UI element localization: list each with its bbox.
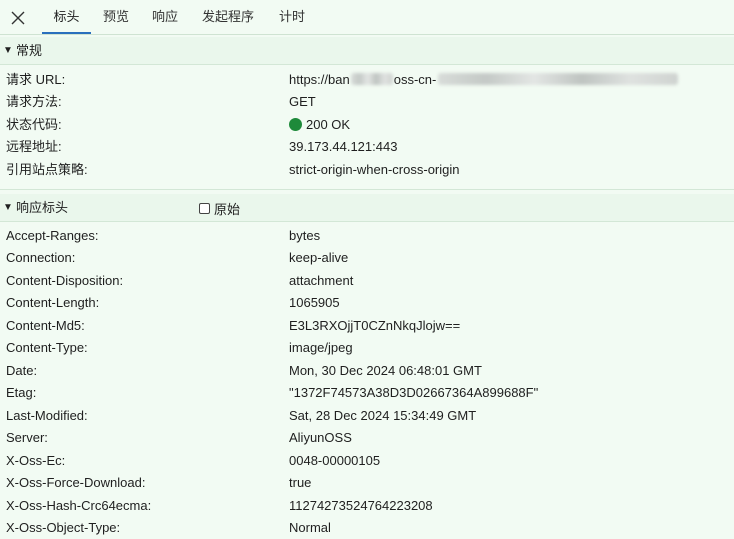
row-value: Mon, 30 Dec 2024 06:48:01 GMT (289, 363, 482, 378)
header-row: Accept-Ranges: bytes (0, 225, 734, 247)
header-row: Etag: "1372F74573A38D3D02667364A899688F" (0, 382, 734, 404)
tab-preview[interactable]: 预览 (96, 0, 136, 34)
raw-headers-toggle[interactable]: 原始 (199, 194, 240, 222)
row-value: true (289, 475, 312, 490)
row-value: AliyunOSS (289, 430, 352, 445)
header-row: Server: AliyunOSS (0, 427, 734, 449)
general-section-title: 常规 (16, 43, 43, 58)
header-row: X-Oss-Object-Type: Normal (0, 517, 734, 539)
row-key: Server: (6, 430, 48, 445)
row-key: 请求方法: (6, 94, 62, 109)
general-row-status: 状态代码: 200 OK (0, 114, 734, 136)
row-key: Content-Disposition: (6, 273, 124, 288)
general-section-header[interactable]: ▼ 常规 (0, 37, 734, 65)
row-value: image/jpeg (289, 340, 353, 355)
response-headers-section-header[interactable]: ▼ 响应标头 原始 (0, 194, 734, 222)
tab-initiator[interactable]: 发起程序 (196, 0, 260, 34)
header-row: Content-Length: 1065905 (0, 292, 734, 314)
redacted-blur (350, 73, 393, 85)
row-value: 11274273524764223208 (289, 498, 433, 513)
row-value: strict-origin-when-cross-origin (289, 162, 460, 177)
url-prefix: https://ban (289, 72, 350, 87)
url-middle: oss-cn- (393, 72, 437, 87)
tab-response[interactable]: 响应 (145, 0, 185, 34)
row-key: Date: (6, 363, 38, 378)
status-ok-dot-icon (289, 118, 302, 131)
header-row: Date: Mon, 30 Dec 2024 06:48:01 GMT (0, 360, 734, 382)
row-key: Content-Md5: (6, 318, 85, 333)
row-key: Content-Length: (6, 295, 100, 310)
row-value: Sat, 28 Dec 2024 15:34:49 GMT (289, 408, 477, 423)
row-value: 0048-00000105 (289, 453, 381, 468)
tab-timing[interactable]: 计时 (272, 0, 312, 34)
row-key: 状态代码: (6, 117, 62, 132)
caret-down-icon: ▼ (3, 45, 13, 56)
row-value: 39.173.44.121:443 (289, 139, 398, 154)
row-key: Etag: (6, 385, 37, 400)
row-key: Accept-Ranges: (6, 228, 99, 243)
row-key: 引用站点策略: (6, 162, 88, 177)
row-value: GET (289, 94, 316, 109)
general-row-url: 请求 URL: https://ban oss-cn- (0, 69, 734, 91)
row-key: X-Oss-Object-Type: (6, 520, 121, 535)
row-value: keep-alive (289, 250, 349, 265)
header-row: Connection: keep-alive (0, 247, 734, 269)
row-key: 远程地址: (6, 139, 62, 154)
header-row: X-Oss-Force-Download: true (0, 472, 734, 494)
request-url-value[interactable]: https://ban oss-cn- (289, 69, 679, 91)
header-row: Content-Md5: E3L3RXOjjT0CZnNkqJlojw== (0, 315, 734, 337)
header-row: Last-Modified: Sat, 28 Dec 2024 15:34:49… (0, 405, 734, 427)
header-row: X-Oss-Hash-Crc64ecma: 112742735247642232… (0, 495, 734, 517)
redacted-blur (438, 73, 679, 85)
row-key: 请求 URL: (6, 72, 66, 87)
row-value: E3L3RXOjjT0CZnNkqJlojw== (289, 318, 461, 333)
section-divider (0, 189, 734, 190)
close-icon (11, 11, 25, 25)
row-key: Connection: (6, 250, 76, 265)
row-key: X-Oss-Force-Download: (6, 475, 146, 490)
general-row-remote-address: 远程地址: 39.173.44.121:443 (0, 136, 734, 158)
row-key: Last-Modified: (6, 408, 88, 423)
devtools-tab-bar: 标头 预览 响应 发起程序 计时 (0, 0, 734, 35)
row-value: 1065905 (289, 295, 340, 310)
raw-label: 原始 (214, 201, 241, 217)
row-value: attachment (289, 273, 354, 288)
general-row-method: 请求方法: GET (0, 91, 734, 113)
raw-checkbox[interactable] (199, 202, 210, 214)
row-value: bytes (289, 228, 321, 243)
caret-down-icon: ▼ (3, 202, 13, 213)
row-value: "1372F74573A38D3D02667364A899688F" (289, 385, 539, 400)
row-key: Content-Type: (6, 340, 88, 355)
response-headers-title: 响应标头 (16, 200, 69, 215)
status-value: 200 OK (289, 114, 350, 136)
row-key: X-Oss-Ec: (6, 453, 66, 468)
header-row: X-Oss-Ec: 0048-00000105 (0, 450, 734, 472)
header-row: Content-Type: image/jpeg (0, 337, 734, 359)
close-button[interactable] (8, 8, 28, 28)
general-row-referrer-policy: 引用站点策略: strict-origin-when-cross-origin (0, 159, 734, 181)
tab-headers[interactable]: 标头 (42, 0, 91, 34)
row-value: Normal (289, 520, 331, 535)
status-text: 200 OK (306, 117, 351, 132)
header-row: Content-Disposition: attachment (0, 270, 734, 292)
row-key: X-Oss-Hash-Crc64ecma: (6, 498, 152, 513)
